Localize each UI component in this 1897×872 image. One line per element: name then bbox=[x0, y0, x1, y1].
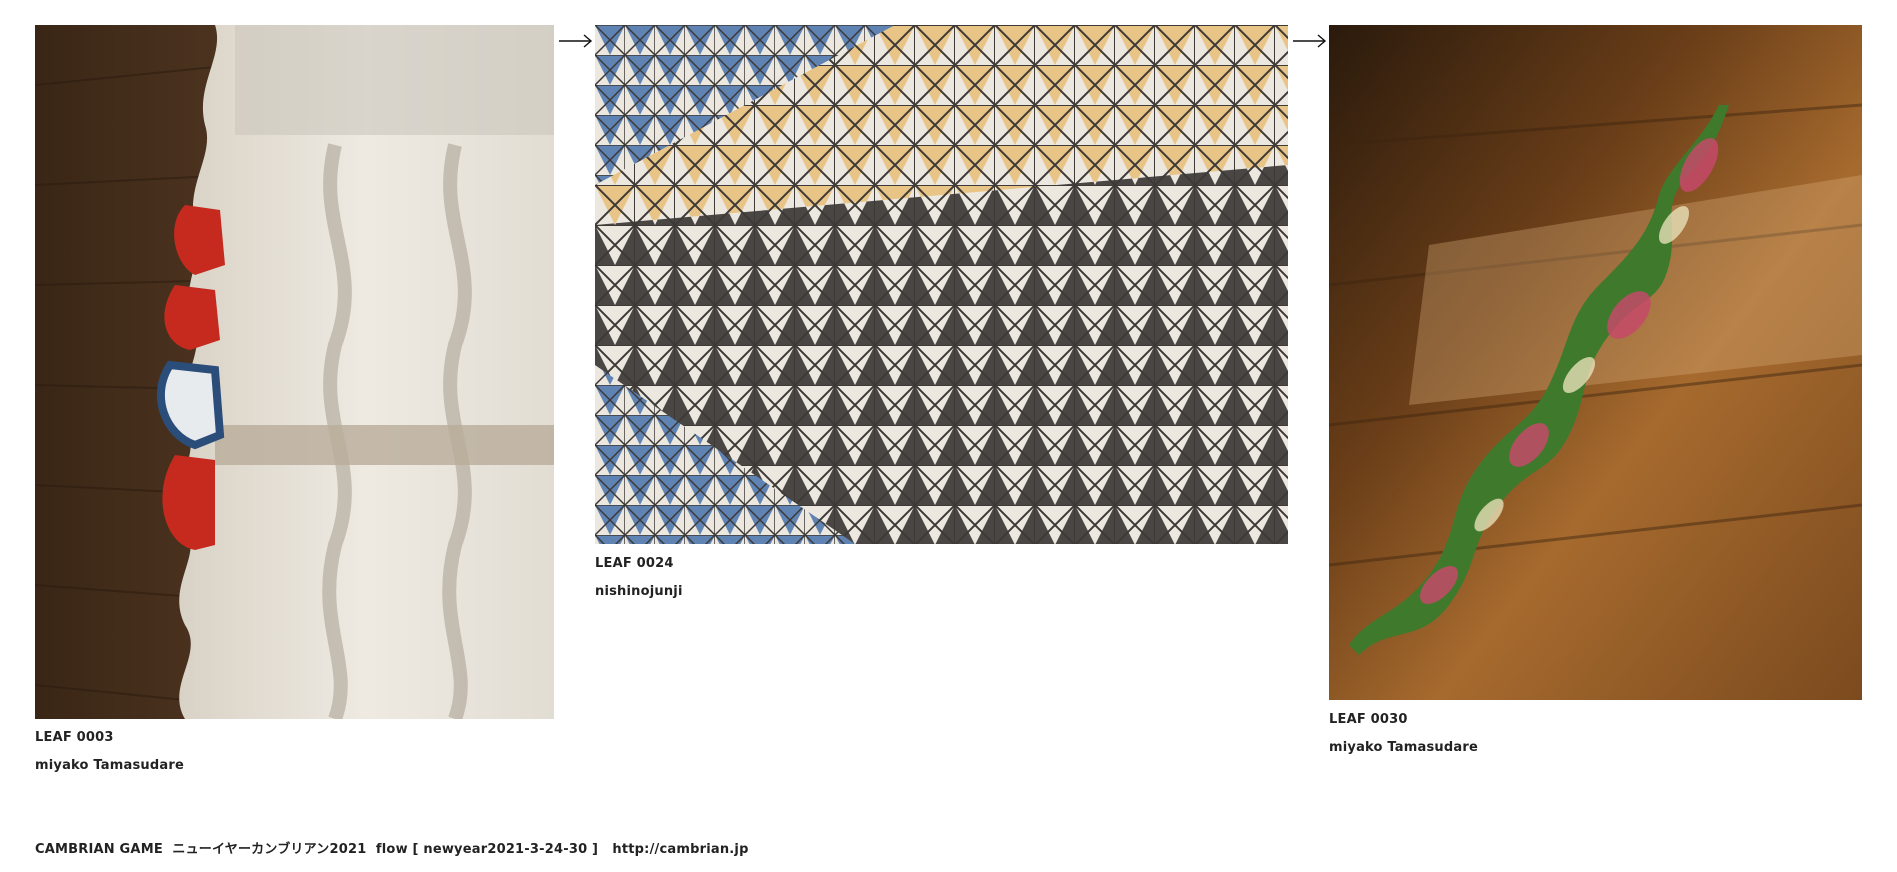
leaf-image-0030[interactable] bbox=[1329, 25, 1862, 700]
twisted-leaf-photo bbox=[1329, 25, 1862, 700]
leaf-id: LEAF 0024 bbox=[595, 556, 674, 571]
footer: CAMBRIAN GAME ニューイヤーカンブリアン2021 flow [ ne… bbox=[35, 838, 749, 857]
right-arrow-icon bbox=[1293, 34, 1327, 48]
tile-photo bbox=[595, 25, 1288, 544]
leaf-image-0024[interactable] bbox=[595, 25, 1288, 544]
leaf-id: LEAF 0030 bbox=[1329, 712, 1408, 727]
leaf-author[interactable]: nishinojunji bbox=[595, 584, 683, 599]
leaf-image-0003[interactable] bbox=[35, 25, 554, 719]
footer-url-link[interactable]: http://cambrian.jp bbox=[612, 842, 748, 857]
leaf-author[interactable]: miyako Tamasudare bbox=[1329, 740, 1478, 755]
footer-event-name: ニューイヤーカンブリアン2021 bbox=[172, 842, 367, 857]
footer-flow-label: flow [ newyear2021-3-24-30 ] bbox=[375, 842, 599, 857]
right-arrow-icon bbox=[559, 34, 593, 48]
footer-game-title: CAMBRIAN GAME bbox=[35, 842, 163, 857]
leaf-id: LEAF 0003 bbox=[35, 730, 114, 745]
leaf-author[interactable]: miyako Tamasudare bbox=[35, 758, 184, 773]
curtain-photo bbox=[35, 25, 554, 719]
